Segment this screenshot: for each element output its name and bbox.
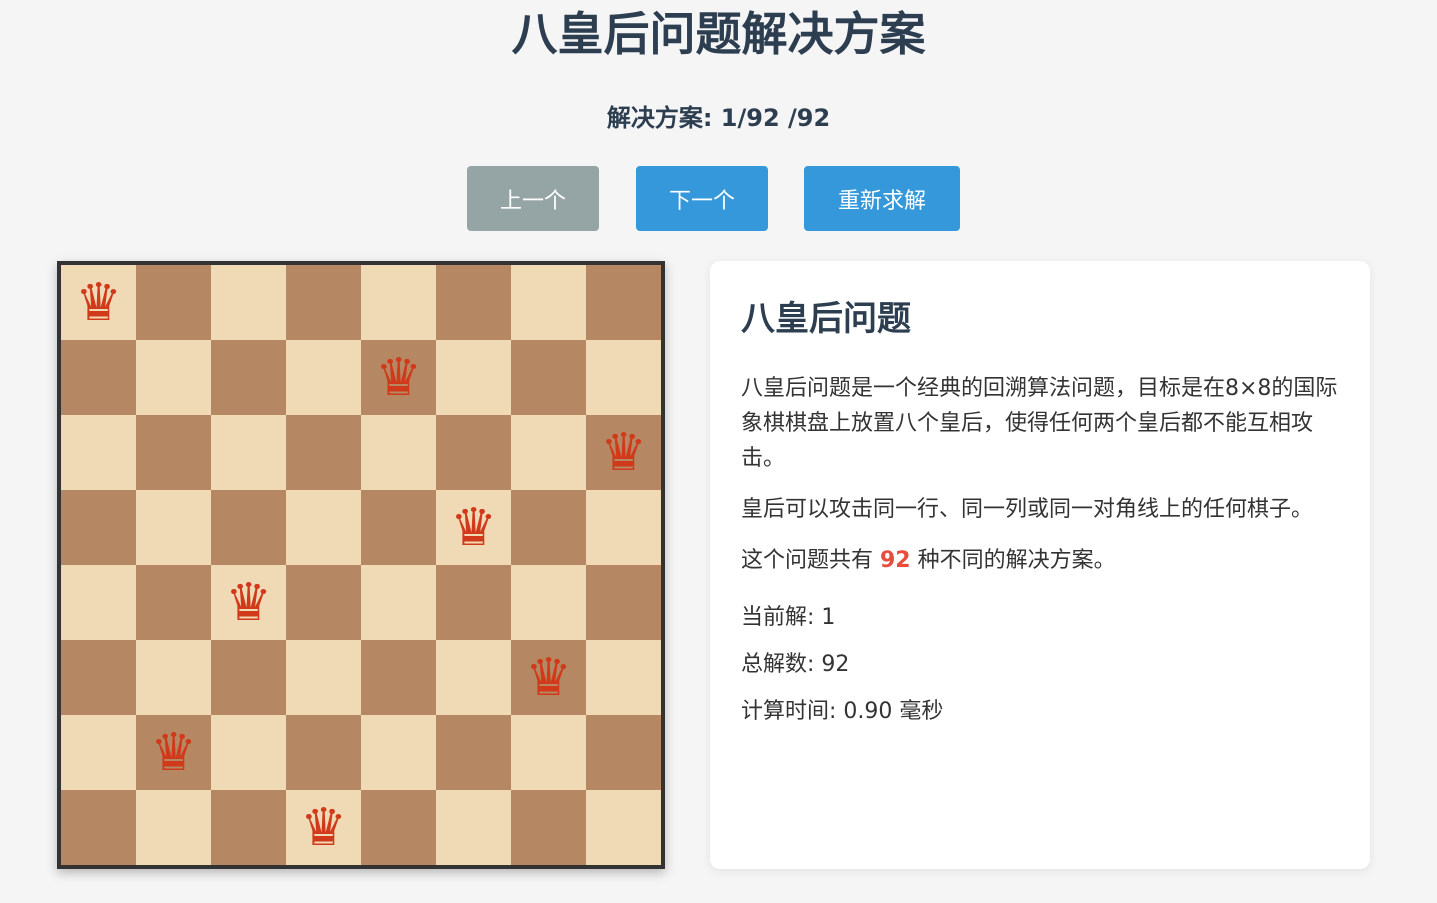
resolve-button[interactable]: 重新求解 — [804, 166, 960, 231]
next-solution-button[interactable]: 下一个 — [636, 166, 768, 231]
board-cell — [136, 640, 211, 715]
board-cell — [586, 565, 661, 640]
queen-icon: ♛ — [375, 347, 422, 408]
board-cell — [586, 340, 661, 415]
board-cell — [361, 490, 436, 565]
board-cell — [511, 565, 586, 640]
board-cell — [136, 565, 211, 640]
info-heading: 八皇后问题 — [741, 299, 911, 339]
board-cell: ♛ — [436, 490, 511, 565]
board-cell — [361, 265, 436, 340]
queen-icon: ♛ — [150, 722, 197, 783]
board-cell — [136, 490, 211, 565]
board-cell — [436, 265, 511, 340]
info-description: 八皇后问题是一个经典的回溯算法问题，目标是在8×8的国际象棋棋盘上放置八个皇后，… — [741, 376, 1338, 471]
board-cell — [361, 790, 436, 865]
board-cell: ♛ — [586, 415, 661, 490]
page: 八皇后问题解决方案 解决方案: 1/92 /92 上一个 下一个 重新求解 ♛ ♛… — [0, 0, 1437, 903]
queen-icon: ♛ — [450, 497, 497, 558]
queen-icon: ♛ — [300, 797, 347, 858]
info-count-suffix: 种不同的解决方案。 — [910, 548, 1116, 573]
board-cell — [361, 565, 436, 640]
board-cell — [61, 415, 136, 490]
prev-solution-button[interactable]: 上一个 — [467, 166, 599, 231]
board-cell — [436, 715, 511, 790]
board-cell — [61, 565, 136, 640]
board-cell — [61, 490, 136, 565]
info-solution-count: 这个问题共有 92 种不同的解决方案。 — [741, 543, 1340, 578]
board-cell — [211, 640, 286, 715]
stat-total-solutions: 总解数: 92 — [741, 652, 850, 677]
board-cell — [286, 415, 361, 490]
board-cell — [511, 790, 586, 865]
board-cell: ♛ — [286, 790, 361, 865]
board-cell — [61, 640, 136, 715]
board-cell — [436, 415, 511, 490]
stat-compute-time: 计算时间: 0.90 毫秒 — [741, 699, 944, 724]
board-cell — [136, 340, 211, 415]
board-cell — [61, 790, 136, 865]
board-cell: ♛ — [361, 340, 436, 415]
board-cell — [586, 715, 661, 790]
board-cell — [511, 415, 586, 490]
board-cell — [511, 715, 586, 790]
board-cell: ♛ — [511, 640, 586, 715]
board-cell — [61, 715, 136, 790]
board-cell — [211, 715, 286, 790]
board-cell — [436, 340, 511, 415]
board-cell — [286, 490, 361, 565]
board-cell — [286, 265, 361, 340]
board-cell — [286, 640, 361, 715]
queen-icon: ♛ — [225, 572, 272, 633]
board-cell — [286, 565, 361, 640]
info-rule: 皇后可以攻击同一行、同一列或同一对角线上的任何棋子。 — [741, 497, 1314, 522]
info-count-prefix: 这个问题共有 — [741, 548, 880, 573]
board-cell — [511, 265, 586, 340]
queen-icon: ♛ — [75, 272, 122, 333]
board-cell: ♛ — [61, 265, 136, 340]
board-cell — [286, 340, 361, 415]
board-cell — [136, 415, 211, 490]
board-cell — [211, 265, 286, 340]
board-cell — [586, 265, 661, 340]
board-cell — [511, 490, 586, 565]
board-cell — [586, 490, 661, 565]
board-cell — [136, 790, 211, 865]
board-cell — [211, 415, 286, 490]
board-cell — [136, 265, 211, 340]
stats: 当前解: 1 总解数: 92 计算时间: 0.90 毫秒 — [741, 604, 1340, 726]
info-panel: 八皇后问题 八皇后问题是一个经典的回溯算法问题，目标是在8×8的国际象棋棋盘上放… — [710, 261, 1370, 869]
info-count-number: 92 — [880, 548, 911, 573]
board-cell — [586, 790, 661, 865]
chessboard: ♛ ♛ ♛ ♛ ♛ ♛ ♛ ♛ — [57, 261, 665, 869]
board-cell — [436, 565, 511, 640]
solution-counter-current: 1 — [720, 104, 738, 132]
board-cell — [211, 490, 286, 565]
board-cell — [61, 340, 136, 415]
board-cell — [211, 790, 286, 865]
solution-counter-total: /92 /92 — [737, 104, 831, 132]
board-cell — [286, 715, 361, 790]
solution-counter: 解决方案: 1/92 /92 — [0, 102, 1437, 134]
queen-icon: ♛ — [600, 422, 647, 483]
board-cell: ♛ — [136, 715, 211, 790]
board-cell: ♛ — [211, 565, 286, 640]
solution-counter-label: 解决方案: — [606, 104, 721, 132]
board-cell — [436, 790, 511, 865]
queen-icon: ♛ — [525, 647, 572, 708]
stat-current-solution: 当前解: 1 — [741, 605, 836, 630]
page-title: 八皇后问题解决方案 — [511, 7, 926, 61]
board-cell — [436, 640, 511, 715]
board-cell — [361, 415, 436, 490]
board-cell — [586, 640, 661, 715]
board-cell — [361, 715, 436, 790]
board-cell — [361, 640, 436, 715]
board-cell — [511, 340, 586, 415]
board-cell — [211, 340, 286, 415]
